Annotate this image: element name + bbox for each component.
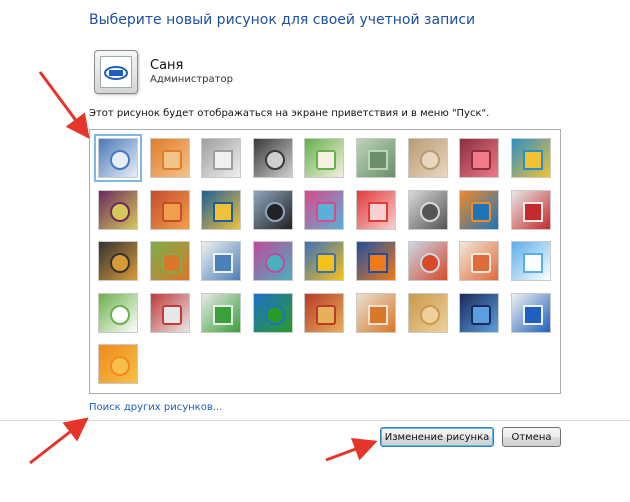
picture-fish[interactable] — [356, 241, 396, 281]
sailboat-icon — [523, 253, 543, 273]
picture-sailboat[interactable] — [511, 241, 551, 281]
window-icon — [265, 305, 285, 325]
turntable-icon — [265, 150, 285, 170]
cancel-button[interactable]: Отмена — [502, 427, 561, 447]
origami-icon — [523, 202, 543, 222]
change-picture-button[interactable]: Изменение рисунка — [380, 427, 494, 447]
lamp-icon — [471, 253, 491, 273]
logo-tile-icon — [523, 305, 543, 325]
stairs-icon — [471, 202, 491, 222]
arrow-to-first-picture — [38, 71, 90, 139]
picture-balloon[interactable] — [408, 241, 448, 281]
picture-window[interactable] — [253, 293, 293, 333]
picture-lamp[interactable] — [459, 241, 499, 281]
pencils-icon — [162, 305, 182, 325]
picture-jacks[interactable] — [408, 190, 448, 230]
picture-turntable[interactable] — [253, 138, 293, 178]
picture-pencils[interactable] — [150, 293, 190, 333]
search-more-pictures-link[interactable]: Поиск других рисунков... — [89, 402, 222, 413]
kitten-icon — [420, 150, 440, 170]
umbrella-icon — [368, 202, 388, 222]
arrow-to-change-button — [325, 437, 378, 462]
page-title: Выберите новый рисунок для своей учетной… — [89, 12, 476, 28]
picture-pomeranian[interactable] — [150, 241, 190, 281]
picture-origami[interactable] — [511, 190, 551, 230]
user-name: Саня — [150, 58, 184, 73]
picture-lucky-cat[interactable] — [304, 138, 344, 178]
picture-starfish[interactable] — [150, 138, 190, 178]
fabric-icon — [162, 202, 182, 222]
picture-soccer-ball[interactable] — [98, 293, 138, 333]
picture-kitten[interactable] — [408, 138, 448, 178]
picture-logo-tile[interactable] — [511, 293, 551, 333]
picture-guitar[interactable] — [98, 241, 138, 281]
picture-ball[interactable] — [98, 190, 138, 230]
picture-sunflower[interactable] — [304, 241, 344, 281]
picture-dog[interactable] — [253, 190, 293, 230]
dog-icon — [265, 202, 285, 222]
windmill-icon — [523, 150, 543, 170]
robot-toy-icon — [213, 150, 233, 170]
picture-butterfly[interactable] — [356, 293, 396, 333]
marbles-icon — [213, 305, 233, 325]
picture-grid — [89, 129, 561, 394]
picture-scarves[interactable] — [253, 241, 293, 281]
current-user-picture — [94, 50, 138, 94]
picture-description: Этот рисунок будет отображаться на экран… — [89, 108, 490, 119]
flower-icon — [471, 150, 491, 170]
spiral-icon — [420, 305, 440, 325]
sunflower-icon — [316, 253, 336, 273]
butterfly-icon — [368, 305, 388, 325]
user-picture-logo-icon — [100, 56, 132, 88]
arrow-to-search-link — [29, 417, 89, 465]
guitar-icon — [110, 253, 130, 273]
picture-crayons[interactable] — [304, 190, 344, 230]
scarves-icon — [265, 253, 285, 273]
user-role: Администратор — [150, 74, 233, 85]
picture-toy-robot[interactable] — [201, 241, 241, 281]
picture-stairs[interactable] — [459, 190, 499, 230]
fish-icon — [368, 253, 388, 273]
ferris-wheel-icon — [110, 150, 130, 170]
textile-icon — [316, 305, 336, 325]
soccer-ball-icon — [110, 305, 130, 325]
lighthouse-icon — [471, 305, 491, 325]
picture-flower[interactable] — [459, 138, 499, 178]
picture-leaf[interactable] — [201, 190, 241, 230]
pomeranian-icon — [162, 253, 182, 273]
picture-umbrella[interactable] — [356, 190, 396, 230]
picture-gyroscope[interactable] — [356, 138, 396, 178]
picture-gerbera[interactable] — [98, 344, 138, 384]
ball-icon — [110, 202, 130, 222]
footer-divider — [0, 420, 630, 421]
gerbera-icon — [110, 356, 130, 376]
picture-lighthouse[interactable] — [459, 293, 499, 333]
lucky-cat-icon — [316, 150, 336, 170]
leaf-icon — [213, 202, 233, 222]
toy-robot-icon — [213, 253, 233, 273]
picture-textile[interactable] — [304, 293, 344, 333]
jacks-icon — [420, 202, 440, 222]
crayons-icon — [316, 202, 336, 222]
gyroscope-icon — [368, 150, 388, 170]
picture-spiral[interactable] — [408, 293, 448, 333]
picture-robot-toy[interactable] — [201, 138, 241, 178]
starfish-icon — [162, 150, 182, 170]
picture-ferris-wheel[interactable] — [94, 134, 142, 182]
picture-marbles[interactable] — [201, 293, 241, 333]
picture-fabric[interactable] — [150, 190, 190, 230]
balloon-icon — [420, 253, 440, 273]
picture-windmill[interactable] — [511, 138, 551, 178]
